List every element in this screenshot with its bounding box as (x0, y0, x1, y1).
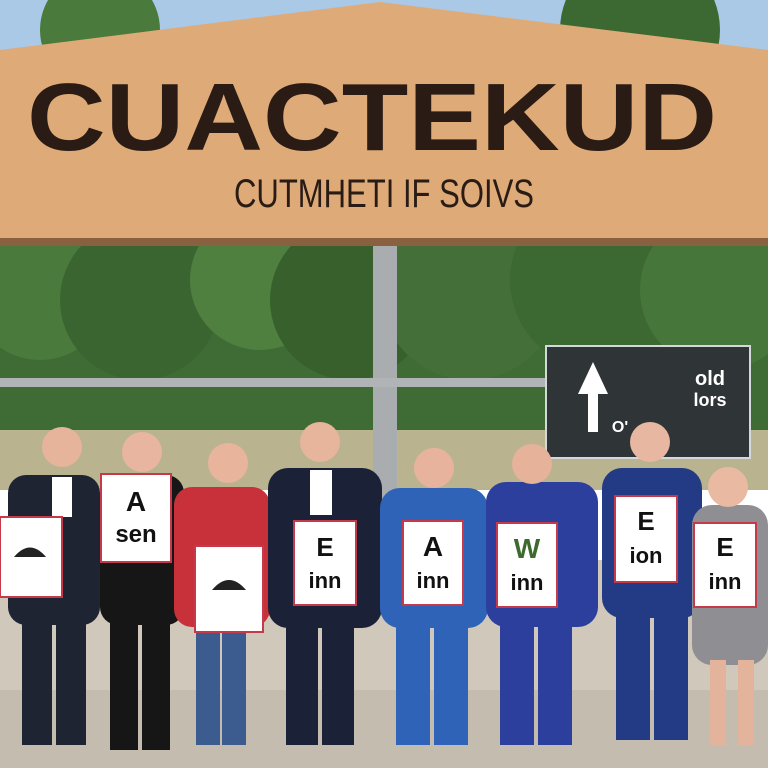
placard (194, 545, 264, 633)
photo-scene: CUACTEKUD CUTMHETI IF SOIVS old lors O' (0, 0, 768, 768)
placard-line1: E (716, 532, 733, 562)
banner-headline: CUACTEKUD (27, 64, 717, 171)
placard-line2: inn (417, 568, 450, 593)
banner-subline: CUTMHETI IF SOIVS (234, 172, 534, 216)
placard: E inn (693, 522, 757, 608)
placard-line1: A (423, 531, 443, 562)
placard-line1: E (316, 532, 333, 562)
placard: A sen (100, 473, 172, 563)
placard-line2: inn (511, 570, 544, 595)
placard-line2: sen (115, 521, 156, 548)
direction-sign-text-bottom: O' (612, 419, 628, 436)
banner-sign: CUACTEKUD CUTMHETI IF SOIVS (0, 2, 768, 246)
placard-line2: inn (309, 568, 342, 593)
placard (0, 516, 63, 598)
placard-line2: ion (630, 543, 663, 568)
placard: W inn (496, 522, 558, 608)
rail (0, 378, 560, 387)
placard: E ion (614, 495, 678, 583)
placard: E inn (293, 520, 357, 606)
direction-sign-text-top: old (695, 368, 725, 390)
placard-line1: E (637, 506, 654, 536)
placard-line1: A (126, 486, 146, 517)
placard: A inn (402, 520, 464, 606)
placard-line1: W (514, 533, 541, 564)
direction-sign-text-mid: lors (693, 390, 726, 410)
placard-line2: inn (709, 569, 742, 594)
